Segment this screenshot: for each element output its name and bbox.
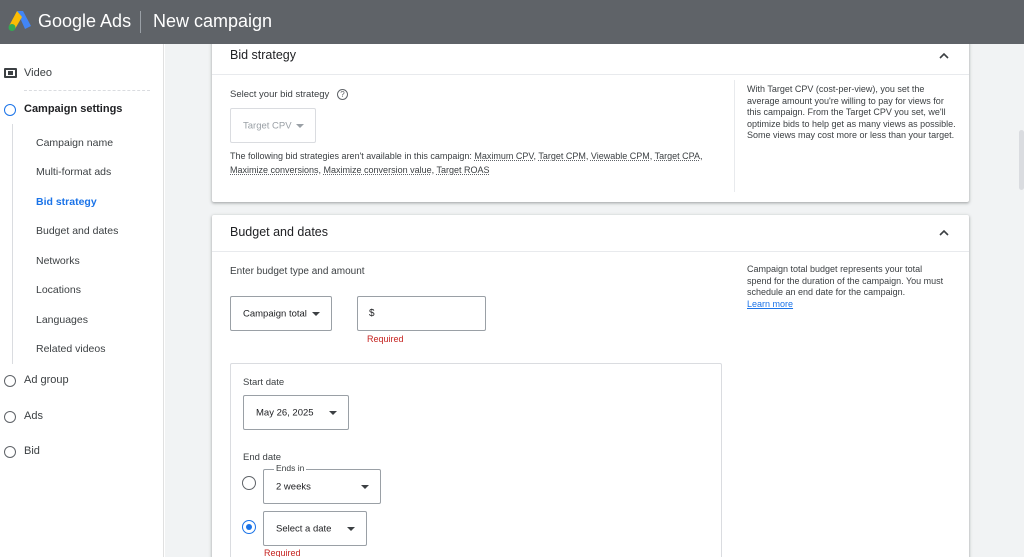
chevron-down-icon [296,123,304,128]
sidebar-subitem-related-videos[interactable]: Related videos [36,343,105,355]
sidebar-subitem-bid-strategy[interactable]: Bid strategy [36,196,97,208]
step-circle-icon [4,411,16,423]
bid-strategy-dropdown[interactable]: Target CPV [230,108,316,143]
currency-symbol: $ [369,308,375,319]
sidebar-item-label: Ads [24,410,43,422]
page-scrollbar[interactable] [1019,130,1024,190]
chevron-up-icon[interactable] [939,228,949,238]
sidebar-item-campaign-settings[interactable]: Campaign settings [0,99,160,121]
step-circle-icon [4,375,16,387]
dropdown-value: Campaign total [243,308,307,319]
bid-strategy-card: Bid strategy Select your bid strategy ? … [212,44,969,202]
bid-strategy-select-label: Select your bid strategy [230,89,330,100]
bid-strategy-header[interactable]: Bid strategy [212,44,969,75]
strategy-target-roas: Target ROAS [436,165,490,175]
sidebar-item-ads[interactable]: Ads [0,406,160,428]
top-app-bar: Google Ads New campaign [0,0,1024,44]
sidebar-item-label: Bid [24,445,40,457]
chevron-down-icon [312,311,320,316]
step-circle-icon [4,446,16,458]
sidebar-divider [24,90,150,91]
budget-type-label: Enter budget type and amount [230,266,365,277]
card-title: Budget and dates [230,225,328,239]
sidebar-subitem-budget-and-dates[interactable]: Budget and dates [36,225,118,237]
start-date-dropdown[interactable]: May 26, 2025 [243,395,349,430]
chevron-down-icon [361,484,369,489]
dropdown-value: May 26, 2025 [256,407,314,418]
help-icon[interactable]: ? [337,89,348,100]
google-ads-logo-icon [8,11,31,31]
amount-required-error: Required [367,334,404,344]
page-title: New campaign [153,11,273,31]
sidebar-item-video[interactable]: Video [0,63,160,85]
step-circle-icon [4,104,16,116]
sidebar-subitem-networks[interactable]: Networks [36,255,80,267]
chevron-up-icon[interactable] [939,51,949,61]
ends-in-floating-label: Ends in [274,463,307,473]
sidebar-item-bid[interactable]: Bid [0,441,160,463]
strategy-target-cpa: Target CPA [654,151,700,161]
budget-type-dropdown[interactable]: Campaign total [230,296,332,331]
sidebar-subitem-locations[interactable]: Locations [36,284,81,296]
budget-aside: Campaign total budget represents your to… [747,264,947,310]
sidebar-subitem-multi-format-ads[interactable]: Multi-format ads [36,166,111,178]
card-title: Bid strategy [230,48,297,62]
strategy-maximize-conversions: Maximize conversions [230,165,319,175]
end-date-label: End date [243,452,282,463]
main-content: Bid strategy Select your bid strategy ? … [165,44,1024,557]
sidebar-subitem-languages[interactable]: Languages [36,314,88,326]
start-date-label: Start date [243,377,285,388]
sidebar-item-label: Ad group [24,374,69,386]
header-divider [140,11,141,33]
end-date-dropdown[interactable]: Select a date [263,511,367,546]
strategy-target-cpm: Target CPM [538,151,586,161]
ends-in-radio[interactable] [242,476,256,490]
dropdown-value: Select a date [276,523,332,534]
budget-amount-input[interactable]: $ [357,296,486,331]
dropdown-value: Target CPV [243,120,292,131]
sidebar-item-ad-group[interactable]: Ad group [0,370,160,392]
chevron-down-icon [347,526,355,531]
select-date-radio[interactable] [242,520,256,534]
learn-more-link[interactable]: Learn more [747,299,793,309]
ends-in-dropdown[interactable]: Ends in 2 weeks [263,463,381,504]
budget-header[interactable]: Budget and dates [212,215,969,252]
strategy-maximize-conversion-value: Maximize conversion value [323,165,432,175]
brand-name: Google Ads [38,11,132,31]
sidebar-item-label: Campaign settings [24,103,123,115]
end-date-required-error: Required [264,548,301,557]
strategy-viewable-cpm: Viewable CPM [590,151,650,161]
unavailable-intro: The following bid strategies aren't avai… [230,151,475,161]
sidebar-subitem-campaign-name[interactable]: Campaign name [36,137,113,149]
budget-aside-text: Campaign total budget represents your to… [747,264,944,297]
card-divider [734,80,735,192]
unavailable-strategies-text: The following bid strategies aren't avai… [230,151,703,175]
substep-line [12,124,13,364]
budget-and-dates-card: Budget and dates Enter budget type and a… [212,215,969,557]
chevron-down-icon [329,410,337,415]
video-icon [4,68,17,78]
campaign-steps-sidebar: Video Campaign settings Campaign name Mu… [0,44,164,557]
strategy-maximum-cpv: Maximum CPV [474,151,534,161]
dropdown-value: 2 weeks [276,481,311,492]
sidebar-item-label: Video [24,67,52,79]
bid-strategy-aside: With Target CPV (cost-per-view), you set… [747,84,956,140]
dates-panel: Start date May 26, 2025 End date Ends in… [230,363,722,557]
